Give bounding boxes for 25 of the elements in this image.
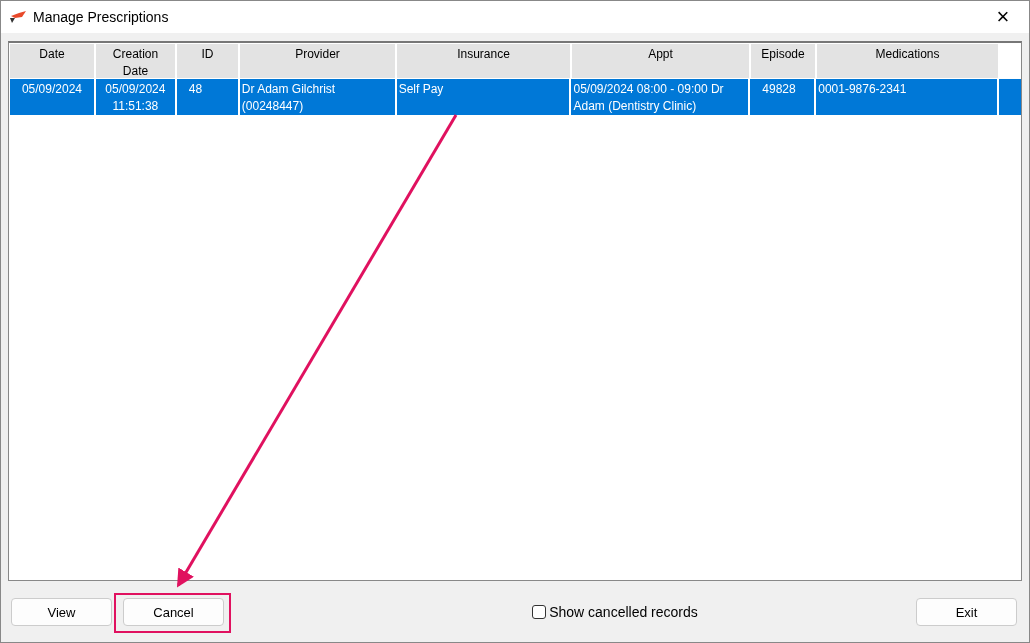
column-header[interactable]: Date — [10, 44, 96, 78]
cancel-button[interactable]: Cancel — [123, 598, 224, 626]
table-cell: Dr Adam Gilchrist (00248447) — [239, 79, 397, 115]
column-header[interactable]: Episode — [751, 44, 817, 78]
view-button[interactable]: View — [11, 598, 112, 626]
checkbox-label[interactable]: Show cancelled records — [549, 604, 698, 620]
column-header[interactable]: ID — [177, 44, 240, 78]
exit-button[interactable]: Exit — [916, 598, 1017, 626]
table-cell: 05/09/2024 11:51:38 — [95, 79, 177, 115]
table-cell: 48 — [176, 79, 240, 115]
table-cell: 0001-9876-2341 — [816, 79, 1000, 115]
column-header[interactable]: Appt — [572, 44, 751, 78]
column-header[interactable]: Provider — [240, 44, 397, 78]
table-cell: 05/09/2024 — [10, 79, 96, 115]
checkbox[interactable] — [532, 605, 547, 619]
column-header[interactable]: Creation Date — [96, 44, 177, 78]
table-cell: 49828 — [750, 79, 817, 115]
column-header[interactable]: Medications — [817, 44, 1000, 78]
table-cell: Self Pay — [396, 79, 572, 115]
window-title: Manage Prescriptions — [33, 9, 170, 25]
app-logo-icon — [9, 10, 27, 24]
table-cell: 05/09/2024 08:00 - 09:00 Dr Adam (Dentistry Clinic) — [571, 79, 751, 115]
column-header[interactable]: Insurance — [397, 44, 572, 78]
table-row[interactable]: 05/09/2024 05/09/2024 11:51:38 48 Dr Adam Gilchrist (00248447) Self Pay 05/09/2024 08:00 - 09:00 Dr Adam (Dentistry Clinic) 49828 0001-9876-2341 — [10, 79, 1021, 115]
close-button[interactable]: × — [985, 2, 1021, 32]
